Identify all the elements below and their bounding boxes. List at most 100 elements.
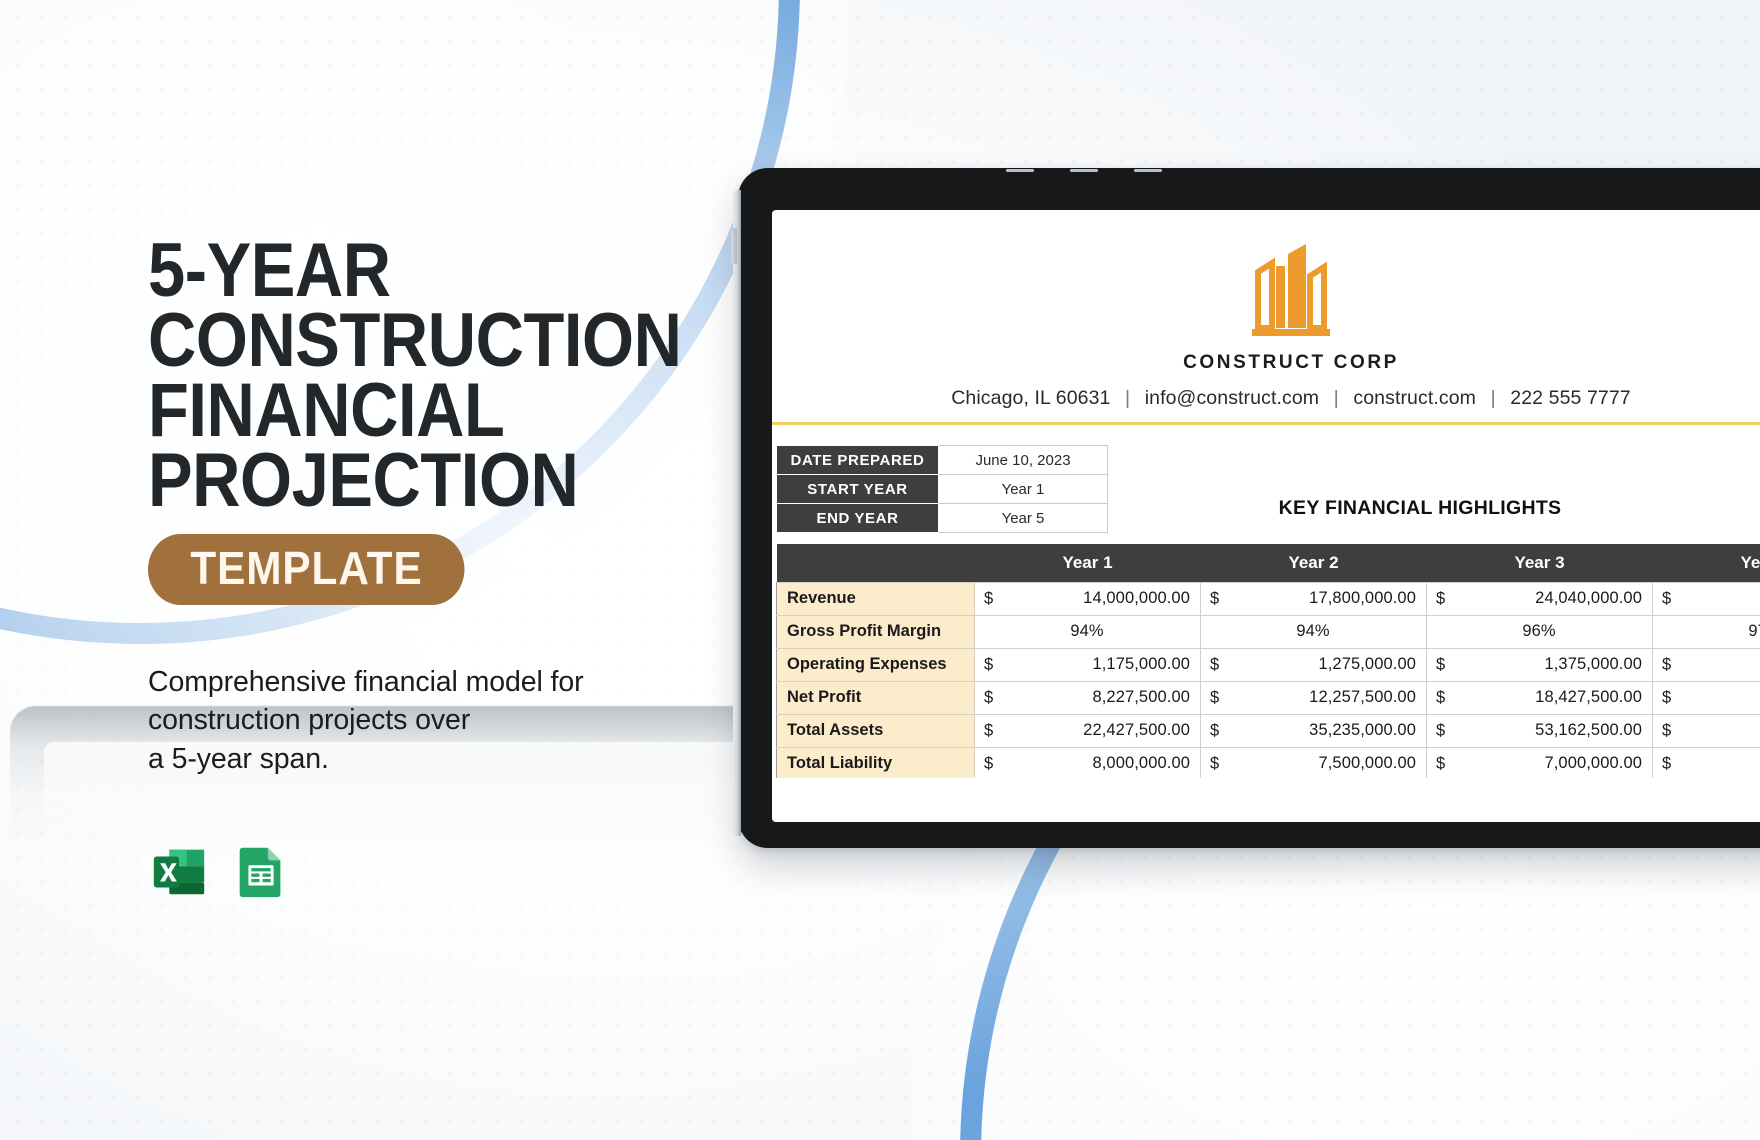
tablet-side-button[interactable] xyxy=(731,228,737,264)
table-cell[interactable]: 96% xyxy=(1426,614,1653,649)
cell-value: 97% xyxy=(1748,622,1760,640)
cell-value: 96% xyxy=(1522,622,1556,640)
file-format-icons xyxy=(148,840,708,902)
company-email: info@construct.com xyxy=(1144,387,1320,409)
construct-corp-building-logo xyxy=(772,236,1760,344)
table-row: Net Profit $8,227,500.00 $12,257,500.00 $18… xyxy=(776,680,1760,715)
cell-value: 17,800,000.00 xyxy=(1309,589,1416,607)
currency-symbol: $ xyxy=(1436,721,1446,739)
cell-value: 18,427,500.00 xyxy=(1535,688,1642,706)
table-cell[interactable]: 94% xyxy=(1200,614,1427,649)
tablet-port-mark xyxy=(1134,169,1162,172)
table-row: Total Liability $8,000,000.00 $7,500,000.0… xyxy=(776,746,1760,781)
currency-symbol: $ xyxy=(984,688,994,706)
cell-value: 27,667,500.00 xyxy=(1662,688,1760,707)
row-label: Net Profit xyxy=(776,680,975,715)
info-row-value[interactable]: June 10, 2023 xyxy=(938,445,1108,475)
table-row: Total Assets $22,427,500.00 $35,235,000.00… xyxy=(776,713,1760,748)
currency-symbol: $ xyxy=(1662,721,1672,739)
cell-value: 14,000,000.00 xyxy=(1083,589,1190,607)
company-contact-line: Chicago, IL 60631 | info@construct.com |… xyxy=(772,387,1760,410)
table-cell[interactable]: $53,162,500.00 xyxy=(1426,713,1653,748)
currency-symbol: $ xyxy=(1210,721,1220,739)
table-cell[interactable]: $27,667,500.00 xyxy=(1652,680,1760,715)
table-cell[interactable]: $12,257,500.00 xyxy=(1200,680,1427,715)
spreadsheet-document: CONSTRUCT CORP Chicago, IL 60631 | info@… xyxy=(772,210,1760,822)
tablet-port-mark xyxy=(1006,169,1034,172)
cell-value: 33,350,000.00 xyxy=(1662,589,1760,608)
currency-symbol: $ xyxy=(1210,655,1220,673)
currency-symbol: $ xyxy=(1436,754,1446,772)
table-cell[interactable]: $24,040,000.00 xyxy=(1426,581,1653,616)
table-cell[interactable]: $1,175,000.00 xyxy=(974,647,1201,682)
table-cell[interactable]: $7,450,000.00 xyxy=(1652,746,1760,781)
table-cell[interactable]: $18,427,500.00 xyxy=(1426,680,1653,715)
table-cell[interactable]: 97% xyxy=(1652,614,1760,649)
currency-symbol: $ xyxy=(1210,688,1220,706)
row-label: Revenue xyxy=(776,581,975,616)
table-row: Revenue $14,000,000.00 $17,800,000.00 $24,0… xyxy=(776,581,1760,616)
promo-canvas: 5-YEAR CONSTRUCTION FINANCIAL PROJECTION… xyxy=(0,0,1760,1140)
tablet-device-mockup: CONSTRUCT CORP Chicago, IL 60631 | info@… xyxy=(731,160,1760,860)
row-label: Operating Expenses xyxy=(776,647,975,682)
currency-symbol: $ xyxy=(1662,688,1672,706)
currency-symbol: $ xyxy=(984,754,994,772)
table-cell[interactable]: $8,227,500.00 xyxy=(974,680,1201,715)
row-label: Total Assets xyxy=(776,713,975,748)
table-row: Operating Expenses $1,175,000.00 $1,275,00… xyxy=(776,647,1760,682)
currency-symbol: $ xyxy=(984,589,994,607)
cell-value: 81,880,000.00 xyxy=(1662,721,1760,740)
cell-value: 53,162,500.00 xyxy=(1535,721,1642,739)
cell-value: 1,275,000.00 xyxy=(1318,655,1416,673)
company-address: Chicago, IL 60631 xyxy=(951,387,1111,409)
table-row: Gross Profit Margin 94% 94% 96% 97% xyxy=(776,614,1760,649)
company-website: construct.com xyxy=(1353,387,1477,409)
excel-icon[interactable] xyxy=(148,840,210,902)
promo-description: Comprehensive financial model for constr… xyxy=(148,665,584,775)
currency-symbol: $ xyxy=(1436,589,1446,607)
promo-text-column: 5-YEAR CONSTRUCTION FINANCIAL PROJECTION… xyxy=(148,228,708,902)
table-cell[interactable]: 94% xyxy=(974,614,1201,649)
letterhead: CONSTRUCT CORP Chicago, IL 60631 | info@… xyxy=(772,210,1760,410)
sheet-bottom-area xyxy=(772,778,1760,822)
info-row-label: DATE PREPARED xyxy=(776,445,939,475)
table-cell[interactable]: $22,427,500.00 xyxy=(974,713,1201,748)
table-cell[interactable]: $17,800,000.00 xyxy=(1200,581,1427,616)
table-cell[interactable]: $7,000,000.00 xyxy=(1426,746,1653,781)
table-cell[interactable]: $81,880,000.00 xyxy=(1652,713,1760,748)
cell-value: 7,450,000.00 xyxy=(1662,754,1760,773)
currency-symbol: $ xyxy=(1662,589,1672,607)
cell-value: 1,475,000.00 xyxy=(1662,655,1760,674)
tablet-frame: CONSTRUCT CORP Chicago, IL 60631 | info@… xyxy=(731,168,1760,848)
table-cell[interactable]: $33,350,000.00 xyxy=(1652,581,1760,616)
tablet-screen: CONSTRUCT CORP Chicago, IL 60631 | info@… xyxy=(772,210,1760,822)
tablet-top-ports xyxy=(1006,169,1246,173)
table-cell[interactable]: $1,375,000.00 xyxy=(1426,647,1653,682)
table-cell[interactable]: $7,500,000.00 xyxy=(1200,746,1427,781)
row-label: Total Liability xyxy=(776,746,975,781)
table-cell[interactable]: $1,275,000.00 xyxy=(1200,647,1427,682)
company-phone: 222 555 7777 xyxy=(1510,387,1631,409)
cell-value: 1,375,000.00 xyxy=(1544,655,1642,673)
table-cell[interactable]: $35,235,000.00 xyxy=(1200,713,1427,748)
google-sheets-icon[interactable] xyxy=(230,840,292,902)
currency-symbol: $ xyxy=(1662,655,1672,673)
currency-symbol: $ xyxy=(1210,589,1220,607)
cell-value: 7,000,000.00 xyxy=(1544,754,1642,772)
table-header: Year 1Year 2Year 3Year 4 xyxy=(776,544,1760,582)
tablet-side-edge xyxy=(733,190,741,836)
section-heading: KEY FINANCIAL HIGHLIGHTS xyxy=(1278,497,1562,519)
page-title: 5-YEAR CONSTRUCTION FINANCIAL PROJECTION xyxy=(148,228,682,523)
contact-separator: | xyxy=(1125,387,1131,409)
table-cell[interactable]: $8,000,000.00 xyxy=(974,746,1201,781)
letterhead-divider xyxy=(772,422,1760,425)
table-cell[interactable]: $1,475,000.00 xyxy=(1652,647,1760,682)
table-cell[interactable]: $14,000,000.00 xyxy=(974,581,1201,616)
table-corner-cell xyxy=(776,544,975,582)
currency-symbol: $ xyxy=(1210,754,1220,772)
currency-symbol: $ xyxy=(1436,688,1446,706)
cell-value: 35,235,000.00 xyxy=(1309,721,1416,739)
column-header-year-3: Year 3 xyxy=(1426,544,1653,582)
currency-symbol: $ xyxy=(984,721,994,739)
contact-separator: | xyxy=(1333,387,1339,409)
